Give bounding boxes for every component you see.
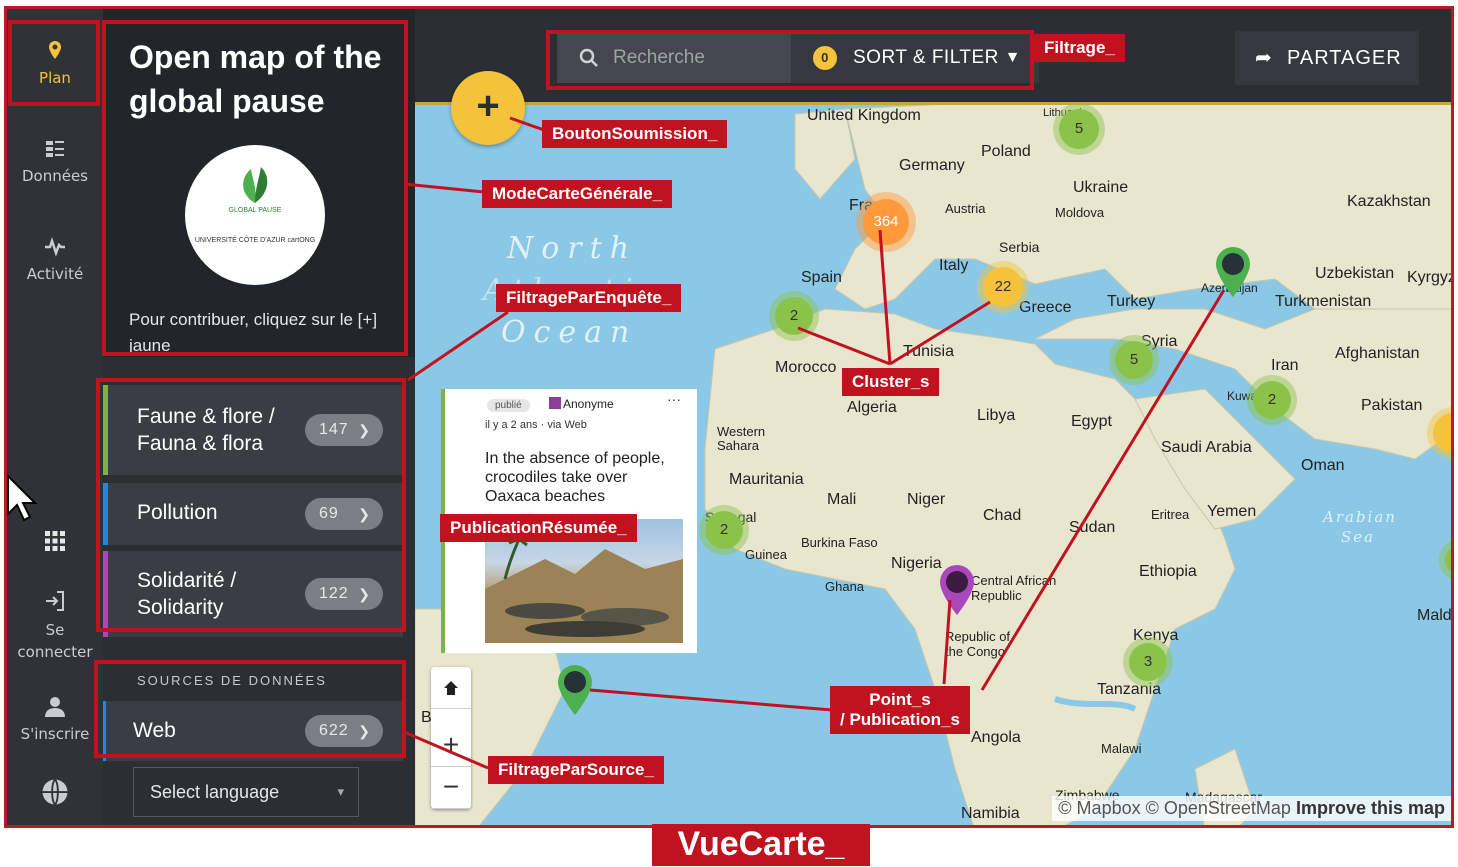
annotation-lines bbox=[403, 116, 1226, 770]
annotation-line-2: / Publication_s bbox=[840, 710, 960, 729]
annotation-label-source: FiltrageParSource_ bbox=[488, 756, 664, 784]
annotation-label-enquete: FiltrageParEnquête_ bbox=[496, 284, 682, 312]
annotation-label-cluster: Cluster_s bbox=[842, 368, 940, 396]
annotation-title-vue-carte: VueCarte_ bbox=[652, 824, 870, 866]
annotation-label-point: Point_s / Publication_s bbox=[830, 686, 970, 734]
cursor-icon bbox=[7, 474, 38, 522]
annotation-label-bouton: BoutonSoumission_ bbox=[542, 120, 728, 148]
annotation-line-1: Point_s bbox=[869, 690, 931, 709]
annotation-label-publication: PublicationRésumée_ bbox=[440, 514, 637, 542]
annotation-label-mode: ModeCarteGénérale_ bbox=[482, 180, 673, 208]
annotation-label-filtrage: Filtrage_ bbox=[1034, 34, 1125, 62]
